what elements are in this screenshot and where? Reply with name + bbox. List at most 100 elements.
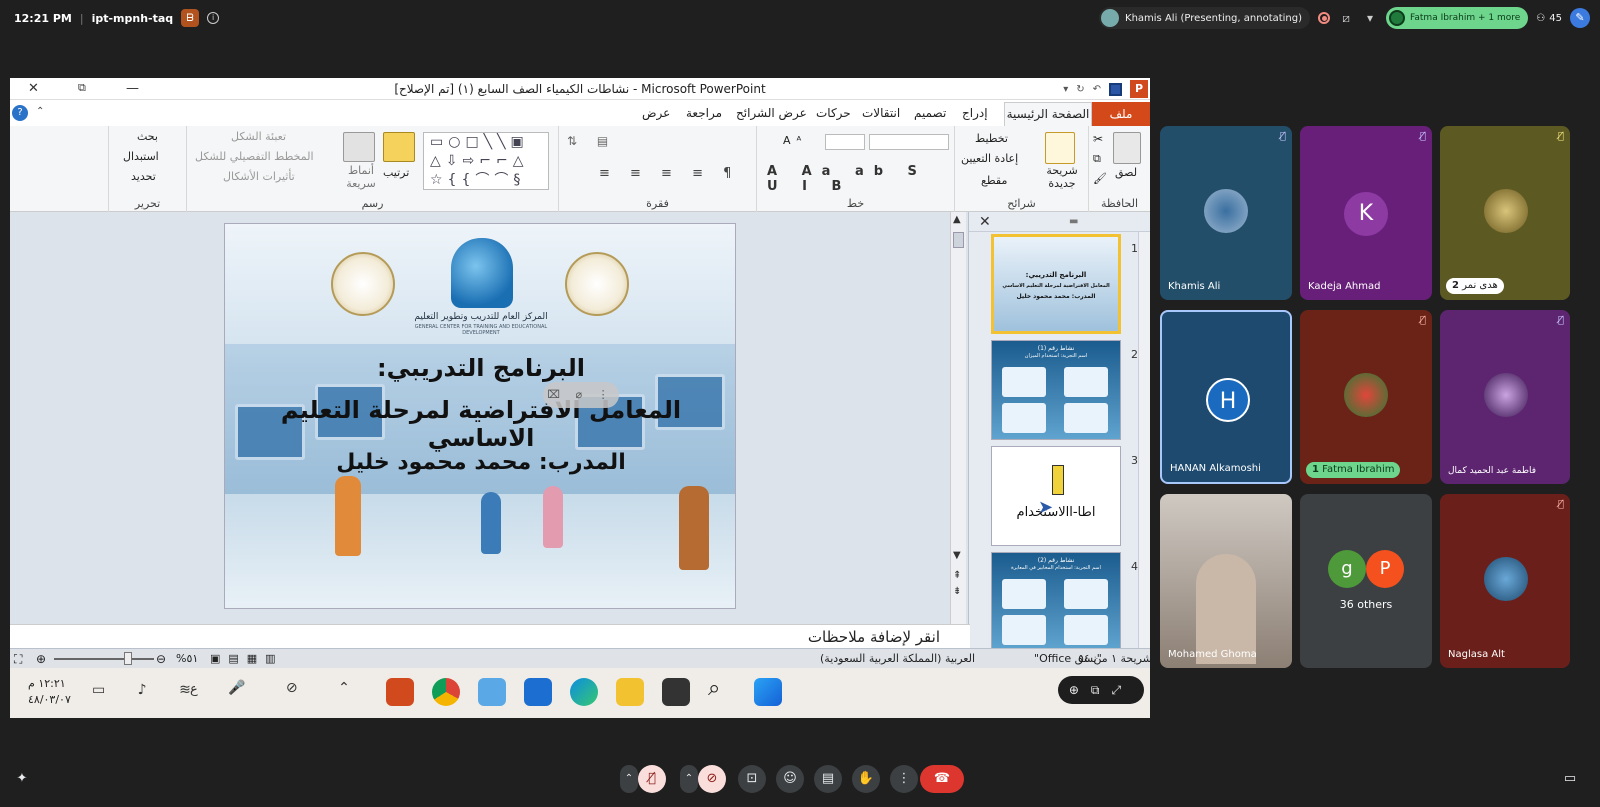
slide-thumbnail-2[interactable]: نشاط رقم (1) اسم التجربة: استخدام الميزا… <box>991 340 1121 440</box>
save-icon[interactable] <box>1109 82 1122 96</box>
find-button[interactable]: بحث <box>137 130 158 143</box>
taskbar-search-icon[interactable]: ⌕ <box>708 676 720 701</box>
info-icon[interactable]: i <box>207 12 220 24</box>
slide-float-toolbar[interactable]: ⌧ ⌀ ⋮ <box>543 382 619 408</box>
zoom-slider[interactable] <box>54 658 154 660</box>
text-direction-icons[interactable]: ⇅ ▤ <box>567 134 616 148</box>
taskbar-app-icon[interactable] <box>662 678 690 706</box>
participant-tile[interactable]: 🎙̸ 2 هدى نمر <box>1440 126 1570 300</box>
slide-thumbnail-1[interactable]: البرنامج التدريبي: المعامل الافتراضية لم… <box>991 234 1121 334</box>
participant-tile[interactable]: 🎙̸ K Kadeja Ahmad <box>1300 126 1432 300</box>
format-painter-icon[interactable]: 🖌 <box>1093 172 1107 185</box>
cut-icon[interactable]: ✂ <box>1093 132 1103 146</box>
tab-animations[interactable]: حركات <box>816 106 851 120</box>
font-size-select[interactable] <box>825 134 865 150</box>
quick-styles-button[interactable]: أنماط سريعة <box>341 164 381 190</box>
restore-icon[interactable]: ⧉ <box>78 81 86 95</box>
tab-design[interactable]: تصميم <box>914 106 946 120</box>
activities-icon[interactable]: ✎ <box>1570 8 1590 28</box>
active-speaker-chip[interactable]: Fatma Ibrahim + 1 more <box>1386 7 1529 29</box>
tab-insert[interactable]: إدراج <box>962 106 988 120</box>
new-slide-button[interactable]: شريحة جديدة <box>1039 164 1085 190</box>
previous-slide-icon[interactable]: ⇞ <box>953 570 961 581</box>
tab-review[interactable]: مراجعة <box>686 106 722 120</box>
zoom-in-icon[interactable]: ⊕ <box>36 652 46 666</box>
zoom-level[interactable]: %٥١ <box>176 652 198 665</box>
thumbnail-scrollbar[interactable] <box>1138 232 1150 650</box>
raise-hand-button[interactable]: ✋ <box>852 765 880 793</box>
mic-options-chevron-icon[interactable]: ⌃ <box>620 765 638 793</box>
tab-transitions[interactable]: انتقالات <box>862 106 900 120</box>
shapes-gallery[interactable]: ▭○□╲╲▣ △⇩⇨⌐⌐△ ☆{{⌒⌒§ <box>423 132 549 190</box>
chat-icon[interactable]: ▭ <box>1556 765 1584 793</box>
participant-tile-others[interactable]: g P 36 others <box>1300 494 1432 668</box>
shape-fill-button[interactable]: تعبئة الشكل <box>231 130 286 143</box>
scroll-thumb[interactable] <box>953 232 964 248</box>
emoji-reactions-button[interactable]: ☺ <box>776 765 804 793</box>
notes-pane[interactable]: انقر لإضافة ملاحظات <box>10 624 970 648</box>
layout-button[interactable]: تخطيط <box>975 132 1008 145</box>
font-name-select[interactable] <box>869 134 949 150</box>
zoom-slider-knob[interactable] <box>124 652 132 665</box>
participant-tile[interactable]: 🎙̸ Naglasa Alt <box>1440 494 1570 668</box>
select-button[interactable]: تحديد <box>131 170 156 183</box>
customize-qat-icon[interactable]: ▾ <box>1063 84 1068 95</box>
shape-effects-button[interactable]: تأثيرات الأشكال <box>223 170 295 183</box>
minimize-ribbon-icon[interactable]: ⌃ <box>36 106 44 117</box>
new-slide-icon[interactable] <box>1045 132 1075 164</box>
close-icon[interactable]: ✕ <box>28 81 39 96</box>
fit-to-window-icon[interactable]: ⛶ <box>14 652 22 667</box>
captions-button[interactable]: ▤ <box>814 765 842 793</box>
reset-button[interactable]: إعادة التعيين <box>961 152 1018 165</box>
windows-start-icon[interactable] <box>754 678 782 706</box>
replace-button[interactable]: استبدال <box>123 150 159 163</box>
participant-tile[interactable]: 🎙̸ فاطمة عبد الحميد كمال <box>1440 310 1570 484</box>
taskbar-explorer-icon[interactable] <box>616 678 644 706</box>
recording-icon[interactable] <box>1318 12 1331 24</box>
tab-file[interactable]: ملف <box>1092 102 1150 126</box>
paste-button[interactable]: لصق <box>1115 166 1137 179</box>
people-button[interactable]: ⚇ 45 <box>1536 13 1562 24</box>
quick-styles-icon[interactable] <box>343 132 375 162</box>
close-pane-icon[interactable]: ✕ <box>979 214 991 230</box>
camera-off-button[interactable]: ⊘ <box>698 765 726 793</box>
powerpoint-logo-icon[interactable]: P <box>1130 80 1148 98</box>
current-slide[interactable]: المركز العام للتدريب وتطوير التعليم GENE… <box>224 223 736 609</box>
participant-tile[interactable]: Mohamed Ghoma <box>1160 494 1292 668</box>
taskbar-chrome-icon[interactable] <box>432 678 460 706</box>
stop-presenting-icon[interactable]: ⧄ <box>1338 10 1354 26</box>
minimize-icon[interactable]: — <box>126 81 139 96</box>
camera-options-chevron-icon[interactable]: ⌃ <box>680 765 698 793</box>
background-noise-icon[interactable]: ✦ <box>8 765 36 793</box>
zoom-out-icon[interactable]: ⊖ <box>156 652 166 666</box>
copy-icon[interactable]: ⧉ <box>1093 152 1101 166</box>
help-icon[interactable]: ? <box>12 105 28 121</box>
system-tray-icons[interactable]: ▭ ♪ ≋ <box>92 682 205 698</box>
grow-shrink-font-icon[interactable]: Aᴬ <box>783 134 807 147</box>
end-call-button[interactable]: ☎ <box>920 765 964 793</box>
shape-outline-button[interactable]: المخطط التفصيلي للشكل <box>195 150 314 163</box>
scroll-up-icon[interactable]: ▲ <box>953 214 961 225</box>
repeat-icon[interactable]: ↻ <box>1076 84 1084 95</box>
present-screen-button[interactable]: ⊡ <box>738 765 766 793</box>
undo-icon[interactable]: ↶ <box>1093 84 1101 95</box>
microphone-off-button[interactable]: 🎙̸ <box>638 765 666 793</box>
taskbar-store-icon[interactable] <box>524 678 552 706</box>
taskbar-app-icon[interactable] <box>478 678 506 706</box>
taskbar-powerpoint-icon[interactable] <box>386 678 414 706</box>
font-format-buttons[interactable]: A Aa ab S U I B <box>767 164 954 194</box>
taskbar-edge-icon[interactable] <box>570 678 598 706</box>
screen-share-zoom-controls[interactable]: ⊕⧉⤢ <box>1058 676 1144 704</box>
tab-home[interactable]: الصفحة الرئيسية <box>1004 102 1092 126</box>
alignment-icons[interactable]: ≡ ≡ ≡ ≡ ¶ <box>599 166 739 181</box>
input-language[interactable]: ع <box>190 682 198 697</box>
more-options-button[interactable]: ⋮ <box>890 765 918 793</box>
participant-tile[interactable]: H HANAN Alkamoshi <box>1160 310 1292 484</box>
host-controls-badge[interactable]: ᗷ <box>181 9 200 27</box>
paste-icon[interactable] <box>1113 132 1141 164</box>
arrange-button[interactable]: ترتيب <box>383 166 409 179</box>
slide-thumbnail-4[interactable]: نشاط رقم (2) اسم التجربة: استخدام المخاب… <box>991 552 1121 650</box>
slide-thumbnail-3[interactable]: اطا-االاستخدام ➤ <box>991 446 1121 546</box>
section-button[interactable]: مقطع <box>981 174 1007 187</box>
presenter-chip[interactable]: Khamis Ali (Presenting, annotating) <box>1099 7 1311 29</box>
